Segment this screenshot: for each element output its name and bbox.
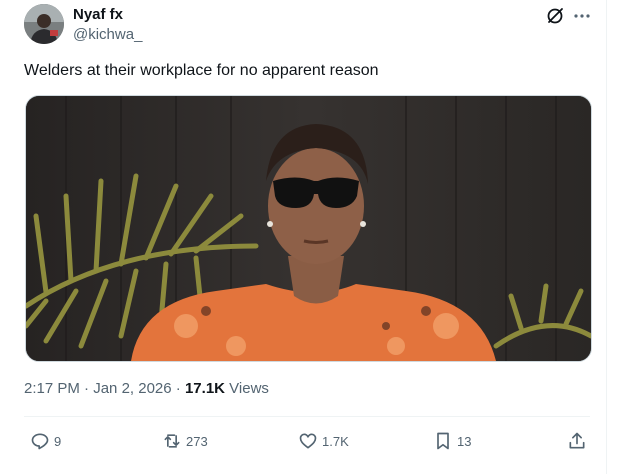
share-icon [569,432,585,449]
repost-icon [164,434,180,448]
more-icon[interactable] [572,6,592,26]
reply-count: 9 [54,433,62,449]
bookmark-count: 13 [457,433,472,449]
divider [24,416,590,417]
like-count: 1.7K [322,433,349,449]
reply-button[interactable]: 9 [30,430,61,452]
author-handle[interactable]: @kichwa_ [73,26,142,43]
share-button[interactable] [567,430,587,452]
tweet-image[interactable] [25,95,592,362]
repost-count: 273 [186,433,208,449]
tweet-meta: 2:17 PM · Jan 2, 2026 · 17.1K Views [24,380,269,397]
tweet-date[interactable]: Jan 2, 2026 [93,380,171,397]
grok-icon[interactable] [545,6,565,26]
tweet-time[interactable]: 2:17 PM [24,380,80,397]
views-count: 17.1K [184,380,225,397]
views-label: Views [229,380,269,397]
like-button[interactable]: 1.7K [298,430,349,452]
repost-button[interactable]: 273 [162,430,208,452]
reply-icon [31,433,49,450]
tweet-card: Nyaf fx @kichwa_ Welders at their workpl… [0,0,607,474]
bookmark-icon [437,432,449,450]
avatar[interactable] [24,4,64,44]
like-icon [299,433,317,449]
meta-separator: · [84,380,90,397]
author-name[interactable]: Nyaf fx [73,6,123,23]
tweet-text: Welders at their workplace for no appare… [24,62,379,79]
bookmark-button[interactable]: 13 [433,430,471,452]
meta-separator: · [175,380,181,397]
